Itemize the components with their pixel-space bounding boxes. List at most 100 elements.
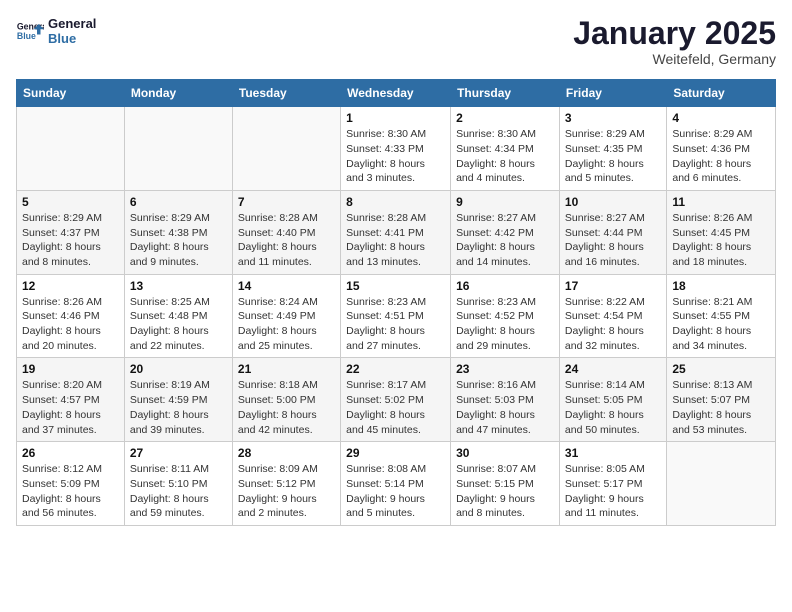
day-info: Sunrise: 8:12 AM Sunset: 5:09 PM Dayligh… <box>22 462 119 521</box>
calendar-cell: 21 Sunrise: 8:18 AM Sunset: 5:00 PM Dayli… <box>232 358 340 442</box>
day-info: Sunrise: 8:09 AM Sunset: 5:12 PM Dayligh… <box>238 462 335 521</box>
calendar-cell <box>17 107 125 191</box>
day-info: Sunrise: 8:08 AM Sunset: 5:14 PM Dayligh… <box>346 462 445 521</box>
title-block: January 2025 Weitefeld, Germany <box>573 16 776 67</box>
calendar-cell: 30Sunrise: 8:07 AM Sunset: 5:15 PM Dayli… <box>451 442 560 526</box>
day-number: 27 <box>130 446 227 460</box>
day-info: Sunrise: 8:30 AM Sunset: 4:34 PM Dayligh… <box>456 127 554 186</box>
day-info: Sunrise: 8:18 AM Sunset: 5:00 PM Dayligh… <box>238 378 335 437</box>
day-number: 2 <box>456 111 554 125</box>
location: Weitefeld, Germany <box>573 51 776 67</box>
day-number: 22 <box>346 362 445 376</box>
day-number: 16 <box>456 279 554 293</box>
calendar-cell: 23Sunrise: 8:16 AM Sunset: 5:03 PM Dayli… <box>451 358 560 442</box>
day-info: Sunrise: 8:29 AM Sunset: 4:37 PM Dayligh… <box>22 211 119 270</box>
logo-line2: Blue <box>48 31 96 46</box>
calendar-cell: 1Sunrise: 8:30 AM Sunset: 4:33 PM Daylig… <box>341 107 451 191</box>
weekday-header: Monday <box>124 80 232 107</box>
day-number: 8 <box>346 195 445 209</box>
calendar-cell: 5Sunrise: 8:29 AM Sunset: 4:37 PM Daylig… <box>17 190 125 274</box>
day-number: 29 <box>346 446 445 460</box>
calendar-cell: 12 Sunrise: 8:26 AM Sunset: 4:46 PM Dayli… <box>17 274 125 358</box>
day-info: Sunrise: 8:26 AM Sunset: 4:46 PM Dayligh… <box>22 295 119 354</box>
day-number: 17 <box>565 279 661 293</box>
calendar-cell: 29 Sunrise: 8:08 AM Sunset: 5:14 PM Dayli… <box>341 442 451 526</box>
day-number: 26 <box>22 446 119 460</box>
day-number: 11 <box>672 195 770 209</box>
day-number: 15 <box>346 279 445 293</box>
day-info: Sunrise: 8:27 AM Sunset: 4:42 PM Dayligh… <box>456 211 554 270</box>
day-info: Sunrise: 8:22 AM Sunset: 4:54 PM Dayligh… <box>565 295 661 354</box>
day-number: 31 <box>565 446 661 460</box>
calendar-cell: 10 Sunrise: 8:27 AM Sunset: 4:44 PM Dayli… <box>559 190 666 274</box>
day-info: Sunrise: 8:24 AM Sunset: 4:49 PM Dayligh… <box>238 295 335 354</box>
logo: General Blue General Blue <box>16 16 96 46</box>
calendar-cell: 4 Sunrise: 8:29 AM Sunset: 4:36 PM Daylig… <box>667 107 776 191</box>
calendar-cell <box>124 107 232 191</box>
calendar-cell: 25 Sunrise: 8:13 AM Sunset: 5:07 PM Dayli… <box>667 358 776 442</box>
calendar-table: SundayMondayTuesdayWednesdayThursdayFrid… <box>16 79 776 526</box>
logo-line1: General <box>48 16 96 31</box>
day-number: 30 <box>456 446 554 460</box>
day-info: Sunrise: 8:25 AM Sunset: 4:48 PM Dayligh… <box>130 295 227 354</box>
day-info: Sunrise: 8:23 AM Sunset: 4:51 PM Dayligh… <box>346 295 445 354</box>
day-number: 14 <box>238 279 335 293</box>
calendar-cell: 31Sunrise: 8:05 AM Sunset: 5:17 PM Dayli… <box>559 442 666 526</box>
calendar-cell: 11Sunrise: 8:26 AM Sunset: 4:45 PM Dayli… <box>667 190 776 274</box>
day-info: Sunrise: 8:16 AM Sunset: 5:03 PM Dayligh… <box>456 378 554 437</box>
day-number: 28 <box>238 446 335 460</box>
logo-icon: General Blue <box>16 17 44 45</box>
day-info: Sunrise: 8:29 AM Sunset: 4:36 PM Dayligh… <box>672 127 770 186</box>
weekday-header: Wednesday <box>341 80 451 107</box>
calendar-cell: 26 Sunrise: 8:12 AM Sunset: 5:09 PM Dayli… <box>17 442 125 526</box>
calendar-cell: 8 Sunrise: 8:28 AM Sunset: 4:41 PM Daylig… <box>341 190 451 274</box>
calendar-cell: 24 Sunrise: 8:14 AM Sunset: 5:05 PM Dayli… <box>559 358 666 442</box>
day-info: Sunrise: 8:23 AM Sunset: 4:52 PM Dayligh… <box>456 295 554 354</box>
calendar-cell: 22 Sunrise: 8:17 AM Sunset: 5:02 PM Dayli… <box>341 358 451 442</box>
day-number: 21 <box>238 362 335 376</box>
day-info: Sunrise: 8:19 AM Sunset: 4:59 PM Dayligh… <box>130 378 227 437</box>
day-info: Sunrise: 8:28 AM Sunset: 4:40 PM Dayligh… <box>238 211 335 270</box>
calendar-week-row: 12 Sunrise: 8:26 AM Sunset: 4:46 PM Dayli… <box>17 274 776 358</box>
calendar-body: 1Sunrise: 8:30 AM Sunset: 4:33 PM Daylig… <box>17 107 776 526</box>
day-number: 10 <box>565 195 661 209</box>
day-info: Sunrise: 8:27 AM Sunset: 4:44 PM Dayligh… <box>565 211 661 270</box>
calendar-cell <box>667 442 776 526</box>
weekday-header: Tuesday <box>232 80 340 107</box>
calendar-cell: 20 Sunrise: 8:19 AM Sunset: 4:59 PM Dayli… <box>124 358 232 442</box>
calendar-cell: 13Sunrise: 8:25 AM Sunset: 4:48 PM Dayli… <box>124 274 232 358</box>
weekday-header: Thursday <box>451 80 560 107</box>
page-header: General Blue General Blue January 2025 W… <box>16 16 776 67</box>
calendar-cell: 19Sunrise: 8:20 AM Sunset: 4:57 PM Dayli… <box>17 358 125 442</box>
calendar-cell <box>232 107 340 191</box>
day-info: Sunrise: 8:20 AM Sunset: 4:57 PM Dayligh… <box>22 378 119 437</box>
calendar-cell: 17 Sunrise: 8:22 AM Sunset: 4:54 PM Dayli… <box>559 274 666 358</box>
day-number: 3 <box>565 111 661 125</box>
day-number: 20 <box>130 362 227 376</box>
day-number: 1 <box>346 111 445 125</box>
day-number: 7 <box>238 195 335 209</box>
calendar-cell: 7 Sunrise: 8:28 AM Sunset: 4:40 PM Daylig… <box>232 190 340 274</box>
calendar-cell: 9 Sunrise: 8:27 AM Sunset: 4:42 PM Daylig… <box>451 190 560 274</box>
svg-text:Blue: Blue <box>17 31 36 41</box>
day-info: Sunrise: 8:11 AM Sunset: 5:10 PM Dayligh… <box>130 462 227 521</box>
calendar-cell: 16 Sunrise: 8:23 AM Sunset: 4:52 PM Dayli… <box>451 274 560 358</box>
calendar-week-row: 1Sunrise: 8:30 AM Sunset: 4:33 PM Daylig… <box>17 107 776 191</box>
day-number: 4 <box>672 111 770 125</box>
day-number: 18 <box>672 279 770 293</box>
day-info: Sunrise: 8:21 AM Sunset: 4:55 PM Dayligh… <box>672 295 770 354</box>
day-number: 25 <box>672 362 770 376</box>
day-info: Sunrise: 8:14 AM Sunset: 5:05 PM Dayligh… <box>565 378 661 437</box>
day-number: 9 <box>456 195 554 209</box>
day-info: Sunrise: 8:13 AM Sunset: 5:07 PM Dayligh… <box>672 378 770 437</box>
calendar-header-row: SundayMondayTuesdayWednesdayThursdayFrid… <box>17 80 776 107</box>
weekday-header: Saturday <box>667 80 776 107</box>
day-number: 12 <box>22 279 119 293</box>
calendar-week-row: 5Sunrise: 8:29 AM Sunset: 4:37 PM Daylig… <box>17 190 776 274</box>
month-title: January 2025 <box>573 16 776 51</box>
day-number: 24 <box>565 362 661 376</box>
calendar-cell: 6Sunrise: 8:29 AM Sunset: 4:38 PM Daylig… <box>124 190 232 274</box>
day-info: Sunrise: 8:28 AM Sunset: 4:41 PM Dayligh… <box>346 211 445 270</box>
calendar-week-row: 19Sunrise: 8:20 AM Sunset: 4:57 PM Dayli… <box>17 358 776 442</box>
day-info: Sunrise: 8:17 AM Sunset: 5:02 PM Dayligh… <box>346 378 445 437</box>
